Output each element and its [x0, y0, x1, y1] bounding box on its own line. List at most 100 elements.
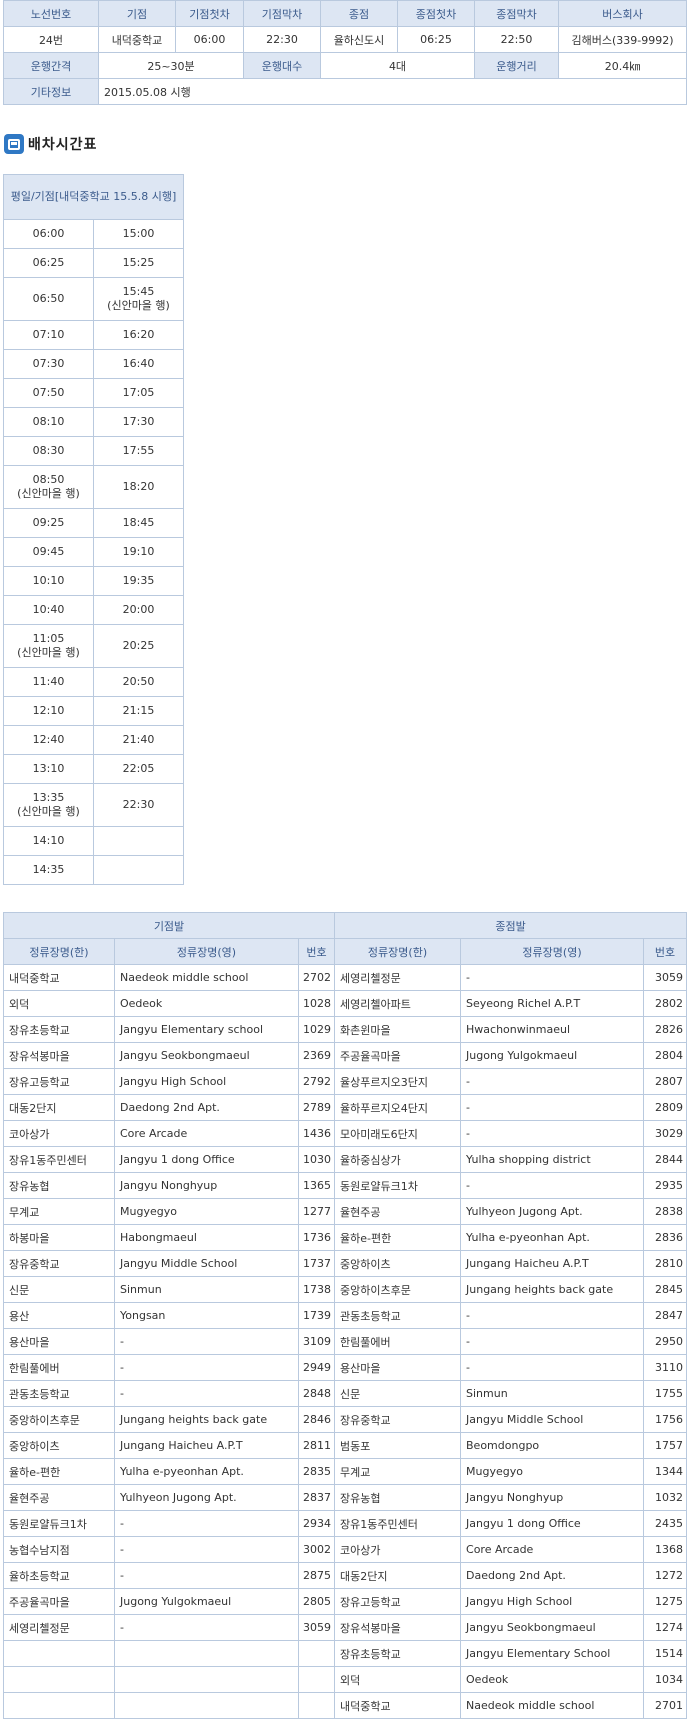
origin-stop-name-en: Daedong 2nd Apt. [114, 1094, 299, 1121]
departure-time-pm: 21:40 [93, 725, 184, 755]
terminal-stop-no: 2838 [643, 1198, 688, 1225]
terminal-stop-no: 2847 [643, 1302, 688, 1329]
origin-stop-no: 1029 [297, 1016, 336, 1043]
terminal-stop-name-en: Yulhyeon Jugong Apt. [460, 1198, 645, 1225]
origin-stop-no: 2846 [297, 1406, 336, 1433]
terminal-stop-name-en: Jangyu 1 dong Office [460, 1510, 645, 1537]
header-bus-company: 버스회사 [558, 0, 687, 27]
terminal-stop-name-ko: 장유초등학교 [334, 1640, 462, 1667]
terminal-stop-name-ko: 장유1동주민센터 [334, 1510, 462, 1537]
timetable-row: 10:10 19:35 [3, 566, 184, 596]
origin-stop-no: 1277 [297, 1198, 336, 1225]
origin-stop-name-ko: 중앙하이츠 [3, 1432, 115, 1459]
col-stop-name-en: 정류장명(영) [460, 938, 645, 965]
terminal-stop-no: 2935 [643, 1172, 688, 1199]
stops-table: 기점발 종점발 정류장명(한) 정류장명(영) 번호 정류장명(한) 정류장명(… [2, 912, 688, 1719]
stops-column-header-row: 정류장명(한) 정류장명(영) 번호 정류장명(한) 정류장명(영) 번호 [3, 938, 688, 965]
header-origin: 기점 [98, 0, 176, 27]
departure-time-am: 12:40 [3, 725, 94, 755]
timetable-row: 09:25 18:45 [3, 508, 184, 538]
origin-stop-name-ko: 주공율곡마을 [3, 1588, 115, 1615]
departure-time-am: 06:00 [3, 219, 94, 249]
terminal-stop-name-ko: 장유석봉마을 [334, 1614, 462, 1641]
timetable: 평일/기점[내덕중학교 15.5.8 시행] 06:00 15:00 06:25 15… [3, 174, 184, 885]
timetable-header: 평일/기점[내덕중학교 15.5.8 시행] [3, 174, 184, 220]
stop-row: 주공율곡마을 Jugong Yulgokmaeul 2805 장유고등학교 Jangyu… [3, 1588, 688, 1615]
terminal-stop-name-en: - [460, 1120, 645, 1147]
terminal-stop-name-en: Hwachonwinmaeul [460, 1016, 645, 1043]
origin-stop-no: 2792 [297, 1068, 336, 1095]
departure-time-pm: 17:30 [93, 407, 184, 437]
distance-value: 20.4㎞ [558, 52, 687, 79]
terminal-stop-name-en: Oedeok [460, 1666, 645, 1693]
terminal-stop-no: 1034 [643, 1666, 688, 1693]
terminal-stop-name-en: Jugong Yulgokmaeul [460, 1042, 645, 1069]
stop-row: 중앙하이츠후문 Jungang heights back gate 2846 장유중학… [3, 1406, 688, 1433]
etc-label: 기타정보 [3, 78, 99, 105]
origin-stop-no: 2811 [297, 1432, 336, 1459]
origin-stop-name-ko: 율하초등학교 [3, 1562, 115, 1589]
origin-stop-name-ko: 장유고등학교 [3, 1068, 115, 1095]
stops-group-header-row: 기점발 종점발 [2, 912, 688, 939]
departure-time-am: 09:25 [3, 508, 94, 538]
terminal-stop-name-en: Yulha shopping district [460, 1146, 645, 1173]
origin-stop-name-en: - [114, 1562, 299, 1589]
terminal-stop-name-ko: 한림풀에버 [334, 1328, 462, 1355]
terminal-stop-name-ko: 장유농협 [334, 1484, 462, 1511]
terminal-stop-name-ko: 주공율곡마을 [334, 1042, 462, 1069]
origin-stop-name-en: - [114, 1536, 299, 1563]
terminal-stop-name-ko: 신문 [334, 1380, 462, 1407]
timetable-row: 08:50 (신안마을 행) 18:20 [3, 465, 184, 509]
stop-row: 장유1동주민센터 Jangyu 1 dong Office 1030 율하중심상가 Yu… [3, 1146, 688, 1173]
origin-stop-no: 1436 [297, 1120, 336, 1147]
origin-stop-name-ko: 대동2단지 [3, 1094, 115, 1121]
origin-stop-name-ko [3, 1692, 115, 1719]
col-stop-name-en: 정류장명(영) [114, 938, 299, 965]
origin-stop-name-en: Habongmaeul [114, 1224, 299, 1251]
terminal-stop-no: 2810 [643, 1250, 688, 1277]
terminal-stop-name-en: Sinmun [460, 1380, 645, 1407]
origin-stop-name-en: - [114, 1380, 299, 1407]
stop-row: 장유중학교 Jangyu Middle School 1737 중앙하이츠 Jungan… [3, 1250, 688, 1277]
stop-row: 세영리첼정문 -3059 장유석봉마을 Jangyu Seokbongmaeul 127… [3, 1614, 688, 1641]
departure-time-pm: 15:00 [93, 219, 184, 249]
stop-row: 율하e-편한 Yulha e-pyeonhan Apt. 2835 무계교 Mugyeg… [3, 1458, 688, 1485]
terminal-stop-name-en: Jangyu High School [460, 1588, 645, 1615]
origin-stop-name-ko: 장유초등학교 [3, 1016, 115, 1043]
origin-stop-name-ko: 용산 [3, 1302, 115, 1329]
route-info-etc-row: 기타정보 2015.05.08 시행 [3, 78, 687, 105]
route-info-table: 노선번호 기점 기점첫차 기점막차 종점 종점첫차 종점막차 버스회사 24번 … [3, 0, 687, 105]
terminal-stop-name-ko: 세영리첼아파트 [334, 990, 462, 1017]
terminal-stop-name-ko: 무계교 [334, 1458, 462, 1485]
terminal-stop-name-en: Jungang heights back gate [460, 1276, 645, 1303]
header-origin-last: 기점막차 [243, 0, 321, 27]
origin-stop-name-en: Yulha e-pyeonhan Apt. [114, 1458, 299, 1485]
terminal-departure-header: 종점발 [334, 912, 688, 939]
timetable-row: 08:30 17:55 [3, 436, 184, 466]
terminal-stop-name-en: Jangyu Seokbongmaeul [460, 1614, 645, 1641]
departure-time-am: 12:10 [3, 696, 94, 726]
terminal-stop-name-ko: 율하중심상가 [334, 1146, 462, 1173]
stop-row: 외덕 Oedeok 1028 세영리첼아파트 Seyeong Richel A.P.T 2… [3, 990, 688, 1017]
origin-stop-name-en: Jangyu Elementary school [114, 1016, 299, 1043]
departure-time-am: 14:35 [3, 855, 94, 885]
value-origin: 내덕중학교 [98, 26, 176, 53]
origin-stop-no: 2837 [297, 1484, 336, 1511]
stop-row: 내덕중학교 Naedeok middle school 2701 [3, 1692, 688, 1719]
terminal-stop-no: 2836 [643, 1224, 688, 1251]
origin-stop-no: 2934 [297, 1510, 336, 1537]
timetable-row: 13:35 (신안마을 행) 22:30 [3, 783, 184, 827]
departure-time-pm: 16:40 [93, 349, 184, 379]
route-info-value-row: 24번 내덕중학교 06:00 22:30 율하신도시 06:25 22:50 … [3, 26, 687, 53]
terminal-stop-no: 1032 [643, 1484, 688, 1511]
origin-stop-name-en: Jugong Yulgokmaeul [114, 1588, 299, 1615]
route-info-detail-row: 운행간격 25~30분 운행대수 4대 운행거리 20.4㎞ [3, 52, 687, 79]
origin-stop-no: 2949 [297, 1354, 336, 1381]
stop-row: 장유초등학교 Jangyu Elementary School 1514 [3, 1640, 688, 1667]
terminal-stop-name-en: - [460, 1068, 645, 1095]
departure-time-pm: 15:25 [93, 248, 184, 278]
origin-stop-no: 1737 [297, 1250, 336, 1277]
timetable-row: 07:10 16:20 [3, 320, 184, 350]
stop-row: 무계교 Mugyegyo 1277 율현주공 Yulhyeon Jugong Apt. 2… [3, 1198, 688, 1225]
origin-stop-name-en [114, 1640, 299, 1667]
